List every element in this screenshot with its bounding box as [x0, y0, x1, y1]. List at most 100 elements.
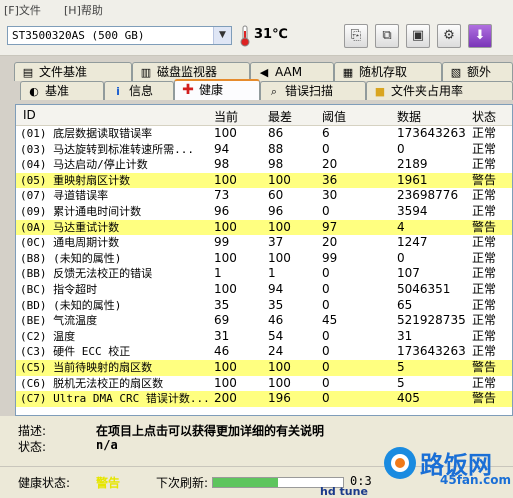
cell-data: 5046351	[397, 282, 451, 296]
cell-threshold: 0	[322, 344, 330, 359]
chevron-down-icon[interactable]: ▼	[213, 27, 231, 44]
table-row[interactable]: (C2) 温度 31 54 0 31 正常	[16, 329, 512, 345]
col-id[interactable]: ID	[23, 108, 36, 122]
tab-health[interactable]: ✚ 健康	[174, 79, 260, 100]
table-row[interactable]: (BB) 反馈无法校正的错误 1 1 0 107 正常	[16, 266, 512, 282]
options-icon: ⚙	[443, 28, 455, 43]
copy-button[interactable]: ⎘	[344, 24, 368, 48]
cell-current: 100	[214, 219, 237, 234]
cell-worst: 100	[268, 360, 291, 374]
cell-current: 96	[214, 204, 230, 218]
menu-help[interactable]: [H]帮助	[64, 2, 103, 18]
tab-error-scan[interactable]: ⌕ 错误扫描	[260, 81, 366, 100]
cell-id: (03) 马达旋转到标准转速所需...	[20, 142, 194, 156]
table-row[interactable]: (01) 底层数据读取错误率 100 86 6 173643263 正常	[16, 126, 512, 142]
cell-id: (09) 累计通电时间计数	[20, 205, 142, 218]
cell-current: 100	[214, 282, 237, 296]
cell-current: 100	[214, 126, 237, 140]
table-row[interactable]: (0A) 马达重试计数 100 100 97 4 警告	[16, 219, 512, 236]
extra-icon: ▧	[450, 66, 462, 79]
table-row[interactable]: (09) 累计通电时间计数 96 96 0 3594 正常	[16, 204, 512, 220]
table-row[interactable]: (BD) (未知的属性) 35 35 0 65 正常	[16, 298, 512, 314]
cell-worst: 100	[268, 172, 291, 187]
table-row[interactable]: (C3) 硬件 ECC 校正 46 24 0 173643263 正常	[16, 344, 512, 360]
cell-worst: 37	[268, 235, 284, 250]
cell-id: (C6) 脱机无法校正的扇区数	[20, 376, 164, 390]
options-button[interactable]: ⚙	[437, 24, 461, 48]
cell-id: (BB) 反馈无法校正的错误	[20, 267, 153, 281]
cell-status: 正常	[472, 157, 497, 172]
table-row[interactable]: (BE) 气流温度 69 46 45 521928735 正常	[16, 313, 512, 329]
table-row[interactable]: (04) 马达启动/停止计数 98 98 20 2189 正常	[16, 157, 512, 173]
table-row[interactable]: (C6) 脱机无法校正的扇区数 100 100 0 5 正常	[16, 376, 512, 392]
cell-id: (B8) (未知的属性)	[20, 251, 122, 265]
grid-icon: ▦	[342, 66, 354, 79]
cell-threshold: 20	[322, 157, 338, 172]
cell-worst: 94	[268, 282, 284, 296]
cell-threshold: 0	[322, 391, 330, 406]
tab-file-benchmark[interactable]: ▤ 文件基准	[14, 62, 132, 81]
cell-current: 31	[214, 328, 230, 343]
copy-all-button[interactable]: ⧉	[375, 24, 399, 48]
cell-worst: 60	[268, 188, 284, 203]
table-row[interactable]: (03) 马达旋转到标准转速所需... 94 88 0 0 正常	[16, 142, 512, 158]
tab-folder-usage[interactable]: ■ 文件夹占用率	[366, 81, 513, 100]
cell-status: 警告	[472, 360, 497, 374]
exit-icon: ⬇	[474, 28, 486, 43]
cell-status: 正常	[472, 266, 497, 281]
bar-chart-icon: ▥	[140, 66, 152, 79]
cell-id: (BE) 气流温度	[20, 314, 98, 328]
cell-status: 警告	[472, 391, 497, 406]
tab-benchmark[interactable]: ◐ 基准	[20, 81, 104, 100]
table-row[interactable]: (BC) 指令超时 100 94 0 5046351 正常	[16, 282, 512, 298]
table-row[interactable]: (05) 重映射扇区计数 100 100 36 1961 警告	[16, 172, 512, 189]
cell-status: 正常	[472, 375, 497, 390]
magnifier-icon: ⌕	[270, 85, 278, 98]
cell-threshold: 20	[322, 235, 338, 250]
cell-threshold: 0	[322, 266, 330, 281]
table-header: ID 当前 最差 阈值 数据 状态	[16, 105, 512, 126]
col-worst[interactable]: 最差	[268, 108, 292, 125]
table-row[interactable]: (07) 寻道错误率 73 60 30 23698776 正常	[16, 188, 512, 204]
cell-current: 69	[214, 313, 230, 328]
cell-data: 2189	[397, 157, 428, 172]
cell-status: 正常	[472, 344, 497, 359]
table-row[interactable]: (C5) 当前待映射的扇区数 100 100 0 5 警告	[16, 360, 512, 376]
col-current[interactable]: 当前	[214, 108, 238, 125]
cell-data: 107	[397, 266, 420, 281]
cell-status: 警告	[472, 172, 497, 187]
speaker-icon: ◀	[259, 66, 269, 79]
cell-current: 94	[214, 141, 230, 156]
cell-id: (C3) 硬件 ECC 校正	[20, 345, 131, 359]
tab-random-access[interactable]: ▦ 随机存取	[334, 62, 442, 81]
cell-data: 1961	[397, 172, 428, 187]
tab-info[interactable]: i 信息	[104, 81, 174, 100]
col-threshold[interactable]: 阈值	[322, 108, 346, 125]
cell-worst: 100	[268, 219, 291, 234]
save-button[interactable]: ▣	[406, 24, 430, 48]
cell-data: 173643263	[397, 126, 466, 140]
cell-worst: 100	[268, 250, 291, 265]
cell-id: (C5) 当前待映射的扇区数	[20, 361, 153, 374]
cell-status: 正常	[472, 141, 497, 156]
cell-id: (04) 马达启动/停止计数	[20, 158, 148, 172]
col-status[interactable]: 状态	[472, 108, 496, 125]
cell-threshold: 6	[322, 126, 330, 140]
drive-select[interactable]: ST3500320AS (500 GB) ▼	[7, 26, 232, 45]
cell-data: 3594	[397, 204, 428, 218]
table-row[interactable]: (0C) 通电周期计数 99 37 20 1247 正常	[16, 235, 512, 251]
tab-extra[interactable]: ▧ 额外	[442, 62, 513, 81]
col-data[interactable]: 数据	[397, 108, 421, 125]
table-row[interactable]: (B8) (未知的属性) 100 100 99 0 正常	[16, 251, 512, 267]
health-status-label: 健康状态:	[18, 476, 71, 490]
smart-table[interactable]: ID 当前 最差 阈值 数据 状态 (01) 底层数据读取错误率 100 86 6 17…	[15, 104, 513, 416]
cell-status: 正常	[472, 297, 497, 312]
menu-file[interactable]: [F]文件	[4, 2, 41, 18]
table-row[interactable]: (C7) Ultra DMA CRC 错误计数... 200 196 0 405 警告	[16, 391, 512, 407]
exit-button[interactable]: ⬇	[468, 24, 492, 48]
toolbar: ST3500320AS (500 GB) ▼ 31℃ ⎘ ⧉ ▣ ⚙ ⬇	[0, 17, 513, 56]
cell-current: 100	[214, 360, 237, 374]
tab-aam[interactable]: ◀ AAM	[250, 62, 334, 81]
cell-current: 99	[214, 235, 230, 250]
cell-threshold: 0	[322, 141, 330, 156]
